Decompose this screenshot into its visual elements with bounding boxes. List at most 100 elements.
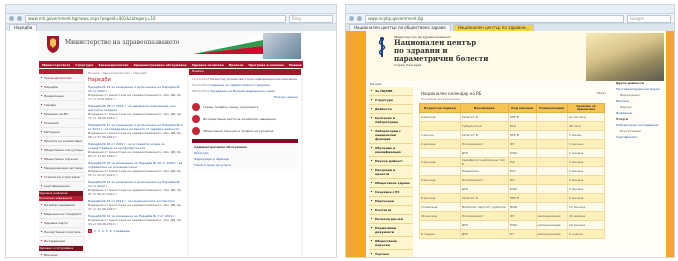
news-item[interactable]: 08.10.2012 Заседание на Висшия медицинск… <box>192 89 298 93</box>
document-title-link[interactable]: Наредба № 27 за изменение и допълнение н… <box>88 123 184 131</box>
all-news-link[interactable]: Всички новини <box>192 95 298 99</box>
news-item[interactable]: 10.10.2012 Министър Атанасова откри инфо… <box>192 77 298 81</box>
sidebar-item[interactable]: Законодателство <box>39 74 83 83</box>
sidebar-item[interactable]: Лечебни заведения <box>39 201 83 210</box>
menu-item[interactable]: Полезни връзки <box>369 215 413 224</box>
nav-item[interactable]: Министерството <box>42 63 70 67</box>
sidebar-item[interactable]: Наредби <box>39 83 83 92</box>
menu-item[interactable]: Обществени поръчки <box>369 237 413 250</box>
menu-item[interactable]: Научна дейност <box>369 157 413 166</box>
promo-link[interactable]: Интерактивна карта на лечебните заведени… <box>192 115 298 123</box>
sidebar-link[interactable]: Консултации <box>616 129 664 133</box>
search-input[interactable]: Bing <box>289 14 333 23</box>
sidebar-item[interactable]: Сертифициране <box>39 182 83 191</box>
table-body: 0-месеца Хепатит Б HEP Bдо 24 часа Туберкул… <box>419 112 606 239</box>
nav-item[interactable]: Контакти <box>327 63 336 67</box>
menu-item[interactable]: Центрове и лаборатории <box>369 114 413 127</box>
sidebar-item[interactable]: Медицински стандарти <box>39 210 83 219</box>
sidebar-item[interactable]: Тарифи <box>39 101 83 110</box>
sidebar-link[interactable]: Ваксини <box>616 99 664 103</box>
sidebar-item[interactable]: Международни договори <box>39 164 83 173</box>
services-link[interactable]: Формуляри и образци <box>194 157 296 161</box>
browser-tab[interactable]: Национален център по обществено здраве <box>349 24 451 31</box>
sidebar-item[interactable]: Интервенции <box>39 237 83 246</box>
nav-item[interactable]: Законодателство <box>98 63 128 67</box>
menu-item[interactable]: Свързани с ЕС <box>369 188 413 197</box>
back-icon[interactable] <box>9 16 14 21</box>
page-link[interactable]: 1 <box>88 229 92 233</box>
sidebar-item[interactable]: Проекти на нормативни актове <box>39 137 83 146</box>
forward-icon[interactable] <box>17 16 22 21</box>
back-icon[interactable] <box>349 16 354 21</box>
sidebar-item[interactable]: Вакцини <box>39 251 83 257</box>
nav-item[interactable]: Програми и планове <box>248 63 284 67</box>
menu-item[interactable]: Обществено здраве <box>369 179 413 188</box>
nav-item[interactable]: Проекти <box>229 63 244 67</box>
table-cell: 3 месеца <box>566 166 606 176</box>
page-link[interactable]: 6 <box>110 229 112 233</box>
services-link[interactable]: Регистри <box>194 151 296 155</box>
menu-item[interactable]: За НЦЗПБ <box>369 87 413 96</box>
sidebar-item[interactable]: Обществени консултации <box>39 146 83 155</box>
browser-tab[interactable]: Наредби <box>9 24 38 31</box>
table-cell: Хепатит Б <box>459 193 509 203</box>
document-title-link[interactable]: Наредба № 28 от 2012 г. за здравните изи… <box>88 104 184 112</box>
promo-link[interactable]: Горещ телефон срещу корупцията <box>192 103 298 111</box>
news-item[interactable]: 09.10.2012 Седмица на здравословното хра… <box>192 83 298 87</box>
news-text[interactable]: Министър Атанасова откри информационна к… <box>210 77 297 81</box>
news-text[interactable]: Седмица на здравословното хранене <box>210 83 269 87</box>
nav-item[interactable]: Административно обслужване <box>133 63 186 67</box>
browser-tab[interactable]: Национален център по здравни... <box>452 24 535 31</box>
nav-item[interactable]: Здравна политика <box>192 63 224 67</box>
menu-item[interactable]: Нормативни документи <box>369 224 413 237</box>
sidebar-link[interactable]: Сертификати <box>616 135 664 139</box>
menu-item[interactable]: Партньори <box>369 197 413 206</box>
menu-item[interactable]: Структура <box>369 96 413 105</box>
menu-item[interactable]: Обучение и квалификация <box>369 144 413 157</box>
table-cell: 6-месеца <box>419 193 461 203</box>
sidebar-link[interactable]: Лабораторни изследвания <box>616 123 664 127</box>
page-link[interactable]: 4 <box>102 229 104 233</box>
document-title-link[interactable]: Наредба № 29 за изменение и допълнение н… <box>88 85 184 93</box>
address-bar[interactable]: www.ncphp.government.bg <box>365 14 624 23</box>
menu-item[interactable]: Контакти <box>369 206 413 215</box>
page-link[interactable]: 5 <box>106 229 108 233</box>
promo-link[interactable]: Обществени поръчки и профил на купувача <box>192 127 298 135</box>
table-cell: 4 месеца <box>566 184 606 194</box>
sidebar-item[interactable]: Здравна карта <box>39 219 83 228</box>
next-page-link[interactable]: Следваща <box>114 229 130 233</box>
print-link[interactable]: Печат <box>597 91 606 95</box>
news-text[interactable]: Заседание на Висшия медицински съвет <box>210 89 275 93</box>
document-title-link[interactable]: Наредба № 25 за изменение на Наредба № 4… <box>88 161 184 169</box>
page-link[interactable]: 3 <box>98 229 100 233</box>
sidebar-link[interactable]: Противоепидемични мерки <box>616 87 664 91</box>
sidebar-link[interactable]: Инфекции <box>616 111 664 115</box>
sidebar-link[interactable]: Надзор <box>616 105 664 109</box>
page-link[interactable]: 2 <box>94 229 96 233</box>
forward-icon[interactable] <box>357 16 362 21</box>
sidebar-item[interactable]: Решения на МС <box>39 110 83 119</box>
menu-item[interactable]: Лаборатории с национални функции <box>369 127 413 144</box>
home-link[interactable]: Начало <box>370 82 381 86</box>
breadcrumb[interactable]: Начало › Законодателство › Наредби <box>88 71 184 75</box>
address-bar[interactable]: www.mh.government.bg/news.aspx?pageid=40… <box>25 14 286 23</box>
menu-item[interactable]: Програми и проекти <box>369 166 413 179</box>
sidebar-link[interactable]: Имунизации <box>616 93 664 97</box>
sidebar-item[interactable]: Обществени поръчки <box>39 155 83 164</box>
sidebar-item[interactable]: Лекарствена политика <box>39 228 83 237</box>
sidebar-item[interactable]: Указания <box>39 119 83 128</box>
document-title-link[interactable]: Наредба № 26 от 2012 г. за условията и р… <box>88 142 184 150</box>
sidebar-item[interactable]: Стратегии и програми <box>39 173 83 182</box>
table-cell: Морбили, паротит, рубеола <box>459 202 509 212</box>
document-title-link[interactable]: Наредба № 24 за изменение и допълнение н… <box>88 180 184 188</box>
nav-item[interactable]: Новини <box>289 63 302 67</box>
nav-item[interactable]: Структура <box>75 63 93 67</box>
search-input[interactable]: Google <box>627 14 671 23</box>
services-link[interactable]: Такси и цени на услуги <box>194 163 296 167</box>
table-cell: 0-месеца <box>419 112 461 122</box>
sidebar-item[interactable]: Методики <box>39 128 83 137</box>
menu-item[interactable]: Дейности <box>369 105 413 114</box>
nav-item[interactable]: Поръчки <box>307 63 322 67</box>
menu-item[interactable]: Търсене <box>369 250 413 257</box>
sidebar-item[interactable]: Правилници <box>39 92 83 101</box>
